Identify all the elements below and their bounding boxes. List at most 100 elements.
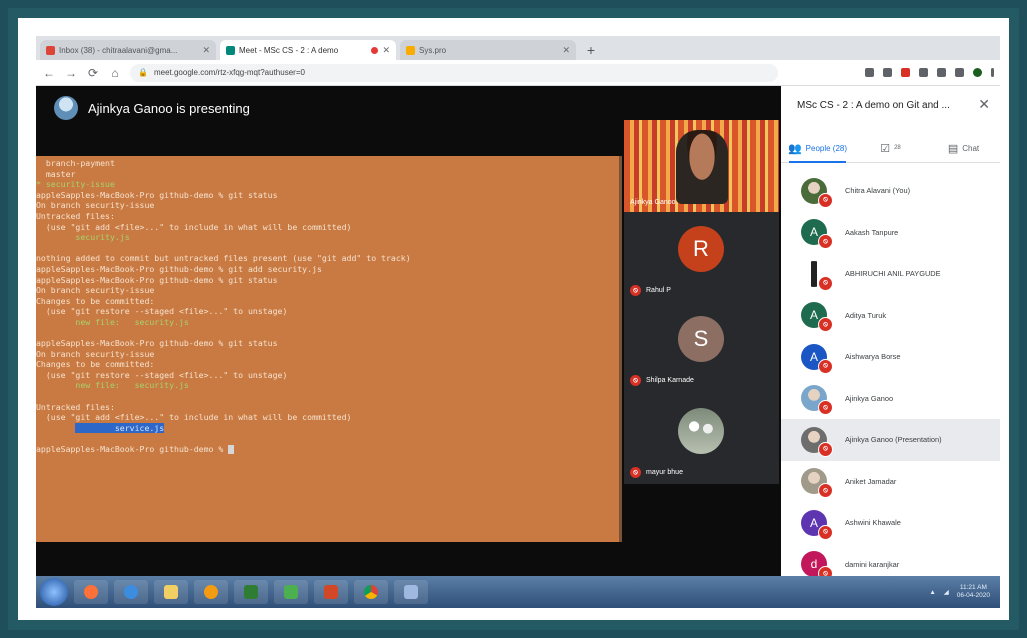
terminal-line: appleSapples-MacBook-Pro github-demo % xyxy=(36,444,619,455)
taskbar-item-app2[interactable] xyxy=(394,580,428,604)
terminal-line: new file: security.js xyxy=(36,316,189,327)
tab-count: 28 xyxy=(894,145,901,151)
terminal-line: branch-payment xyxy=(36,158,115,168)
people-list: ⦸ Chitra Alavani (You) A ⦸ Aakash Tanpure ⦸ AB… xyxy=(781,170,1000,585)
terminal-line: Changes to be committed: xyxy=(36,295,155,306)
participant-tile[interactable]: R ⦸ Rahul P xyxy=(624,212,779,302)
taskbar-item-media[interactable] xyxy=(194,580,228,604)
taskbar-item-ie[interactable] xyxy=(114,580,148,604)
forward-icon[interactable]: → xyxy=(64,66,78,80)
extension-icon[interactable] xyxy=(901,68,910,77)
back-icon[interactable]: ← xyxy=(42,66,56,80)
avatar: ⦸ xyxy=(801,385,833,416)
participant-name: Ashwini Khawale xyxy=(845,518,901,528)
browser-navbar: ← → ⟳ ⌂ 🔒 meet.google.com/rtz-xfqg-mqt?a… xyxy=(36,60,1000,86)
tab-syspro[interactable]: Sys.pro ✕ xyxy=(400,40,576,60)
tab-activities[interactable]: ☑ 28 xyxy=(854,134,927,162)
mic-off-icon: ⦸ xyxy=(818,358,833,374)
network-icon[interactable]: ▲ xyxy=(929,589,935,596)
close-icon[interactable]: ✕ xyxy=(562,45,570,56)
participant-name: ABHIRUCHI ANIL PAYGUDE xyxy=(845,269,941,279)
camera-icon[interactable] xyxy=(865,68,874,77)
participant-tile[interactable]: S ⦸ Shilpa Karnade xyxy=(624,302,779,392)
terminal-line: nothing added to commit but untracked fi… xyxy=(36,253,411,264)
close-icon[interactable]: ✕ xyxy=(382,45,390,56)
home-icon[interactable]: ⌂ xyxy=(108,66,122,80)
participant-list-item[interactable]: A ⦸ Aishwarya Borse xyxy=(781,336,1000,378)
address-bar[interactable]: 🔒 meet.google.com/rtz-xfqg-mqt?authuser=… xyxy=(130,63,778,82)
avatar: R xyxy=(678,226,724,272)
puzzle-icon[interactable] xyxy=(955,68,964,77)
participant-list-item[interactable]: A ⦸ Aakash Tanpure xyxy=(781,212,1000,254)
profile-icon[interactable] xyxy=(973,68,982,77)
avatar: ⦸ xyxy=(801,177,833,208)
taskbar-item-explorer[interactable] xyxy=(154,580,188,604)
avatar: A ⦸ xyxy=(801,343,833,374)
participant-list-item[interactable]: ⦸ Ajinkya Ganoo (Presentation) xyxy=(781,419,1000,461)
clock-date: 06-04-2020 xyxy=(956,592,990,599)
participant-list-item[interactable]: ⦸ Aniket Jamadar xyxy=(781,461,1000,503)
participant-name: Aniket Jamadar xyxy=(845,476,897,486)
reload-icon[interactable]: ⟳ xyxy=(86,66,100,80)
taskbar-item-chrome[interactable] xyxy=(354,580,388,604)
tile-name-row: ⦸ Shilpa Karnade xyxy=(630,375,694,386)
text-cursor xyxy=(228,445,235,455)
avatar: ⦸ xyxy=(801,260,833,291)
participant-tile[interactable]: ⦸ mayur bhue xyxy=(624,392,779,484)
volume-icon[interactable]: ◢ xyxy=(944,588,949,596)
star-icon[interactable] xyxy=(883,68,892,77)
terminal-line: appleSapples-MacBook-Pro github-demo % g… xyxy=(36,338,278,349)
tab-meet[interactable]: Meet - MSc CS - 2 : A demo ✕ xyxy=(220,40,396,60)
tile-name: Ajinkya Ganoo xyxy=(630,199,676,206)
lock-icon: 🔒 xyxy=(138,68,148,77)
tab-chat[interactable]: ▤ Chat xyxy=(927,134,1000,162)
chat-icon: ▤ xyxy=(947,142,959,155)
participant-list-item[interactable]: A ⦸ Aditya Turuk xyxy=(781,295,1000,337)
tab-gmail[interactable]: Inbox (38) - chitraalavani@gma... ✕ xyxy=(40,40,216,60)
media-player-icon xyxy=(204,585,218,599)
gmail-icon xyxy=(46,45,55,55)
folder-icon xyxy=(164,585,178,599)
terminal-line: * security-issue xyxy=(36,179,115,190)
terminal-line: (use "git restore --staged <file>..." to… xyxy=(36,306,288,317)
close-icon[interactable]: ✕ xyxy=(978,96,990,113)
terminal-line: master xyxy=(36,168,76,179)
avatar: A ⦸ xyxy=(801,219,833,250)
extension-icon[interactable] xyxy=(919,68,928,77)
terminal-line: appleSapples-MacBook-Pro github-demo % g… xyxy=(36,263,322,274)
taskbar-item-app[interactable] xyxy=(274,580,308,604)
meeting-title: MSc CS - 2 : A demo on Git and ... xyxy=(797,100,950,111)
avatar: ⦸ xyxy=(801,468,833,499)
taskbar-clock[interactable]: 11:21 AM 06-04-2020 xyxy=(957,584,990,600)
participant-list-item[interactable]: ⦸ Chitra Alavani (You) xyxy=(781,170,1000,212)
taskbar-item-excel[interactable] xyxy=(234,580,268,604)
taskbar-item-firefox[interactable] xyxy=(74,580,108,604)
system-tray: ▲ ◢ 11:21 AM 06-04-2020 xyxy=(929,584,1000,600)
windows-taskbar: ▲ ◢ 11:21 AM 06-04-2020 xyxy=(36,576,1000,608)
start-button[interactable] xyxy=(40,578,68,606)
tile-name-row: ⦸ Rahul P xyxy=(630,285,671,296)
tile-name: Rahul P xyxy=(646,287,671,294)
close-icon[interactable]: ✕ xyxy=(202,45,210,56)
tab-label: Meet - MSc CS - 2 : A demo xyxy=(239,45,339,55)
presenter-bar: Ajinkya Ganoo is presenting xyxy=(54,96,250,120)
tab-label: Sys.pro xyxy=(419,45,447,55)
mic-off-icon: ⦸ xyxy=(630,285,641,296)
participant-list-item[interactable]: ⦸ Ajinkya Ganoo xyxy=(781,378,1000,420)
terminal-line: On branch security-issue xyxy=(36,200,155,211)
extension-icon[interactable] xyxy=(937,68,946,77)
mic-off-icon: ⦸ xyxy=(818,400,833,416)
tab-people[interactable]: 👥 People (28) xyxy=(781,134,854,163)
participant-name: Chitra Alavani (You) xyxy=(845,186,911,196)
tab-chat-label: Chat xyxy=(962,143,980,153)
browser-tabstrip: Inbox (38) - chitraalavani@gma... ✕ Meet… xyxy=(36,36,1000,60)
taskbar-item-powerpoint[interactable] xyxy=(314,580,348,604)
new-tab-button[interactable]: + xyxy=(582,41,600,59)
menu-icon[interactable] xyxy=(991,68,994,77)
participant-name: damini karanjkar xyxy=(845,559,900,569)
participant-list-item[interactable]: ⦸ ABHIRUCHI ANIL PAYGUDE xyxy=(781,253,1000,295)
participant-tile-video[interactable]: Ajinkya Ganoo xyxy=(624,120,779,212)
participant-list-item[interactable]: A ⦸ Ashwini Khawale xyxy=(781,502,1000,544)
